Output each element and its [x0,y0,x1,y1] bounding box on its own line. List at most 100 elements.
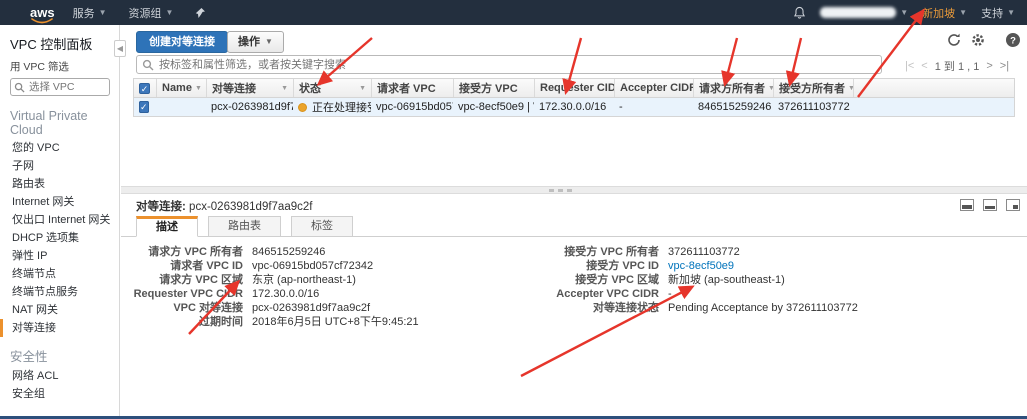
notifications-bell-icon[interactable] [793,6,806,20]
svg-text:?: ? [1010,36,1016,47]
accepter-vpc-id-link[interactable]: vpc-8ecf50e9 [659,260,734,272]
sidebar-item-your-vpcs[interactable]: 您的 VPC [0,139,119,157]
drag-handle-icon [549,189,572,192]
account-name-redacted [820,7,896,18]
cell-requester-cidrs: 172.30.0.0/16 [534,101,614,113]
settings-gear-icon[interactable] [970,32,986,48]
sort-caret-icon: ▼ [195,85,202,92]
field-value-accepter-region: 新加坡 (ap-southeast-1) [659,274,785,286]
detail-pane-title: 对等连接: pcx-0263981d9f7aa9c2f [136,198,312,214]
sidebar-item-peering-connections[interactable]: 对等连接 [0,319,119,337]
sidebar-item-security-groups[interactable]: 安全组 [0,385,119,403]
pagination-next-button[interactable]: > [986,60,992,72]
aws-logo[interactable]: aws [30,6,55,19]
field-row: 请求方 VPC 区域东京 (ap-northeast-1) [121,273,419,287]
field-label: 过期时间 [121,315,243,329]
tab-route-tables[interactable]: 路由表 [208,216,281,237]
field-value: Pending Acceptance by 372611103772 [659,302,858,314]
pane-layout-split-icon[interactable] [983,199,997,214]
sidebar-item-endpoint-services[interactable]: 终端节点服务 [0,283,119,301]
sidebar-item-internet-gateways[interactable]: Internet 网关 [0,193,119,211]
field-row: VPC 对等连接pcx-0263981d9f7aa9c2f [121,301,419,315]
column-header-name[interactable]: Name▼ [156,79,206,97]
sidebar-item-route-tables[interactable]: 路由表 [0,175,119,193]
sidebar-item-dhcp-options-sets[interactable]: DHCP 选项集 [0,229,119,247]
field-label: Requester VPC CIDR [121,287,243,301]
field-label: 接受方 VPC ID [537,259,659,273]
pagination-first-button[interactable]: |< [905,60,914,72]
field-row: Accepter VPC CIDR- [537,287,858,301]
column-label: 请求方所有者 [699,80,765,96]
field-value-requester-region: 东京 (ap-northeast-1) [243,274,356,286]
tab-tags[interactable]: 标签 [291,216,353,237]
column-label: Name [162,82,192,94]
field-row: Requester VPC CIDR172.30.0.0/16 [121,287,419,301]
pagination-prev-button[interactable]: < [921,60,927,72]
nav-services-label: 服务 [73,5,95,21]
sidebar-item-nat-gateways[interactable]: NAT 网关 [0,301,119,319]
filter-search-input[interactable] [137,56,881,73]
refresh-icon[interactable] [946,32,962,48]
row-checkbox[interactable]: ✓ [139,101,149,113]
field-value: 846515259246 [243,246,325,258]
actions-label: 操作 [238,32,260,52]
vpc-filter-input[interactable] [10,78,110,96]
column-header-status[interactable]: 状态▼ [293,79,371,97]
cell-status: 正在处理接受 [293,99,371,115]
support-menu[interactable]: 支持▼ [981,5,1015,21]
cell-accepter-owner: 372611103772 [773,101,853,113]
field-row: 对等连接状态Pending Acceptance by 372611103772 [537,301,858,315]
pane-layout-bottom-icon[interactable] [960,199,974,214]
sidebar-item-egress-only-internet-gateways[interactable]: 仅出口 Internet 网关 [0,211,119,229]
column-header-spacer [853,79,1014,97]
region-selector[interactable]: 新加坡▼ [922,5,967,21]
detail-pane-resize-bar[interactable] [121,186,1027,194]
pin-icon[interactable] [195,7,206,19]
section-security: 安全性 [0,337,119,367]
column-header-peering-connection[interactable]: 对等连接 ▼ [206,79,293,97]
column-label: 接受方 VPC [459,80,518,96]
top-navbar: aws 服务▼ 资源组▼ ▼ 新加坡▼ 支持▼ [0,0,1027,25]
peering-connections-table: ✓ Name▼ 对等连接▼ 状态▼ 请求者 VPC 接受方 VPC Reques… [133,78,1015,117]
cell-accepter-vpc: vpc-8ecf50e9 | VP... [453,101,534,113]
column-label: Requester CIDRs [540,82,614,94]
sidebar-item-network-acls[interactable]: 网络 ACL [0,367,119,385]
column-header-requester-vpc[interactable]: 请求者 VPC [371,79,453,97]
account-menu[interactable]: ▼ [820,7,908,18]
column-label: 对等连接 [212,80,256,96]
pane-layout-controls [960,199,1020,214]
sidebar-item-subnets[interactable]: 子网 [0,157,119,175]
aws-smile-icon [31,18,53,24]
column-header-accepter-owner[interactable]: 接受方所有者▼ [773,79,853,97]
column-header-accepter-cidrs[interactable]: Accepter CIDRs [614,79,693,97]
sort-caret-icon: ▼ [281,85,288,92]
column-header-requester-owner[interactable]: 请求方所有者▼ [693,79,773,97]
detail-tabs: 描述 路由表 标签 [136,216,363,237]
tab-description[interactable]: 描述 [136,216,198,237]
vpc-filter-label: 用 VPC 筛选 [0,56,119,77]
actions-dropdown-button[interactable]: 操作▼ [227,31,284,53]
create-peering-connection-button[interactable]: 创建对等连接 [136,31,228,53]
sidebar-collapse-button[interactable]: ◀ [114,40,126,57]
help-icon[interactable]: ? [1005,32,1021,48]
main-content: 创建对等连接 操作▼ ? |< < 1 到 1 , 1 > >| ✓ Name▼… [121,25,1027,416]
column-header-accepter-vpc[interactable]: 接受方 VPC [453,79,534,97]
field-row: 接受方 VPC 所有者372611103772 [537,245,858,259]
pagination-last-button[interactable]: >| [1000,60,1009,72]
table-row[interactable]: ✓ pcx-0263981d9f7a... 正在处理接受 vpc-06915bd… [133,98,1015,117]
column-header-requester-cidrs[interactable]: Requester CIDRs [534,79,614,97]
field-row: 接受方 VPC IDvpc-8ecf50e9 [537,259,858,273]
sidebar-item-endpoints[interactable]: 终端节点 [0,265,119,283]
field-value: vpc-06915bd057cf72342 [243,260,373,272]
sidebar-item-elastic-ips[interactable]: 弹性 IP [0,247,119,265]
nav-services[interactable]: 服务▼ [73,5,107,21]
cell-requester-owner: 846515259246 [693,101,773,113]
nav-right-group: ▼ 新加坡▼ 支持▼ [793,5,1015,21]
detail-fields-left: 请求方 VPC 所有者846515259246 请求者 VPC IDvpc-06… [121,245,419,329]
sidebar-title: VPC 控制面板 [0,25,119,56]
sort-caret-icon: ▼ [359,85,366,92]
select-all-checkbox[interactable]: ✓ [139,83,150,94]
nav-resource-groups[interactable]: 资源组▼ [129,5,174,21]
field-label: 对等连接状态 [537,301,659,315]
pane-layout-right-icon[interactable] [1006,199,1020,214]
